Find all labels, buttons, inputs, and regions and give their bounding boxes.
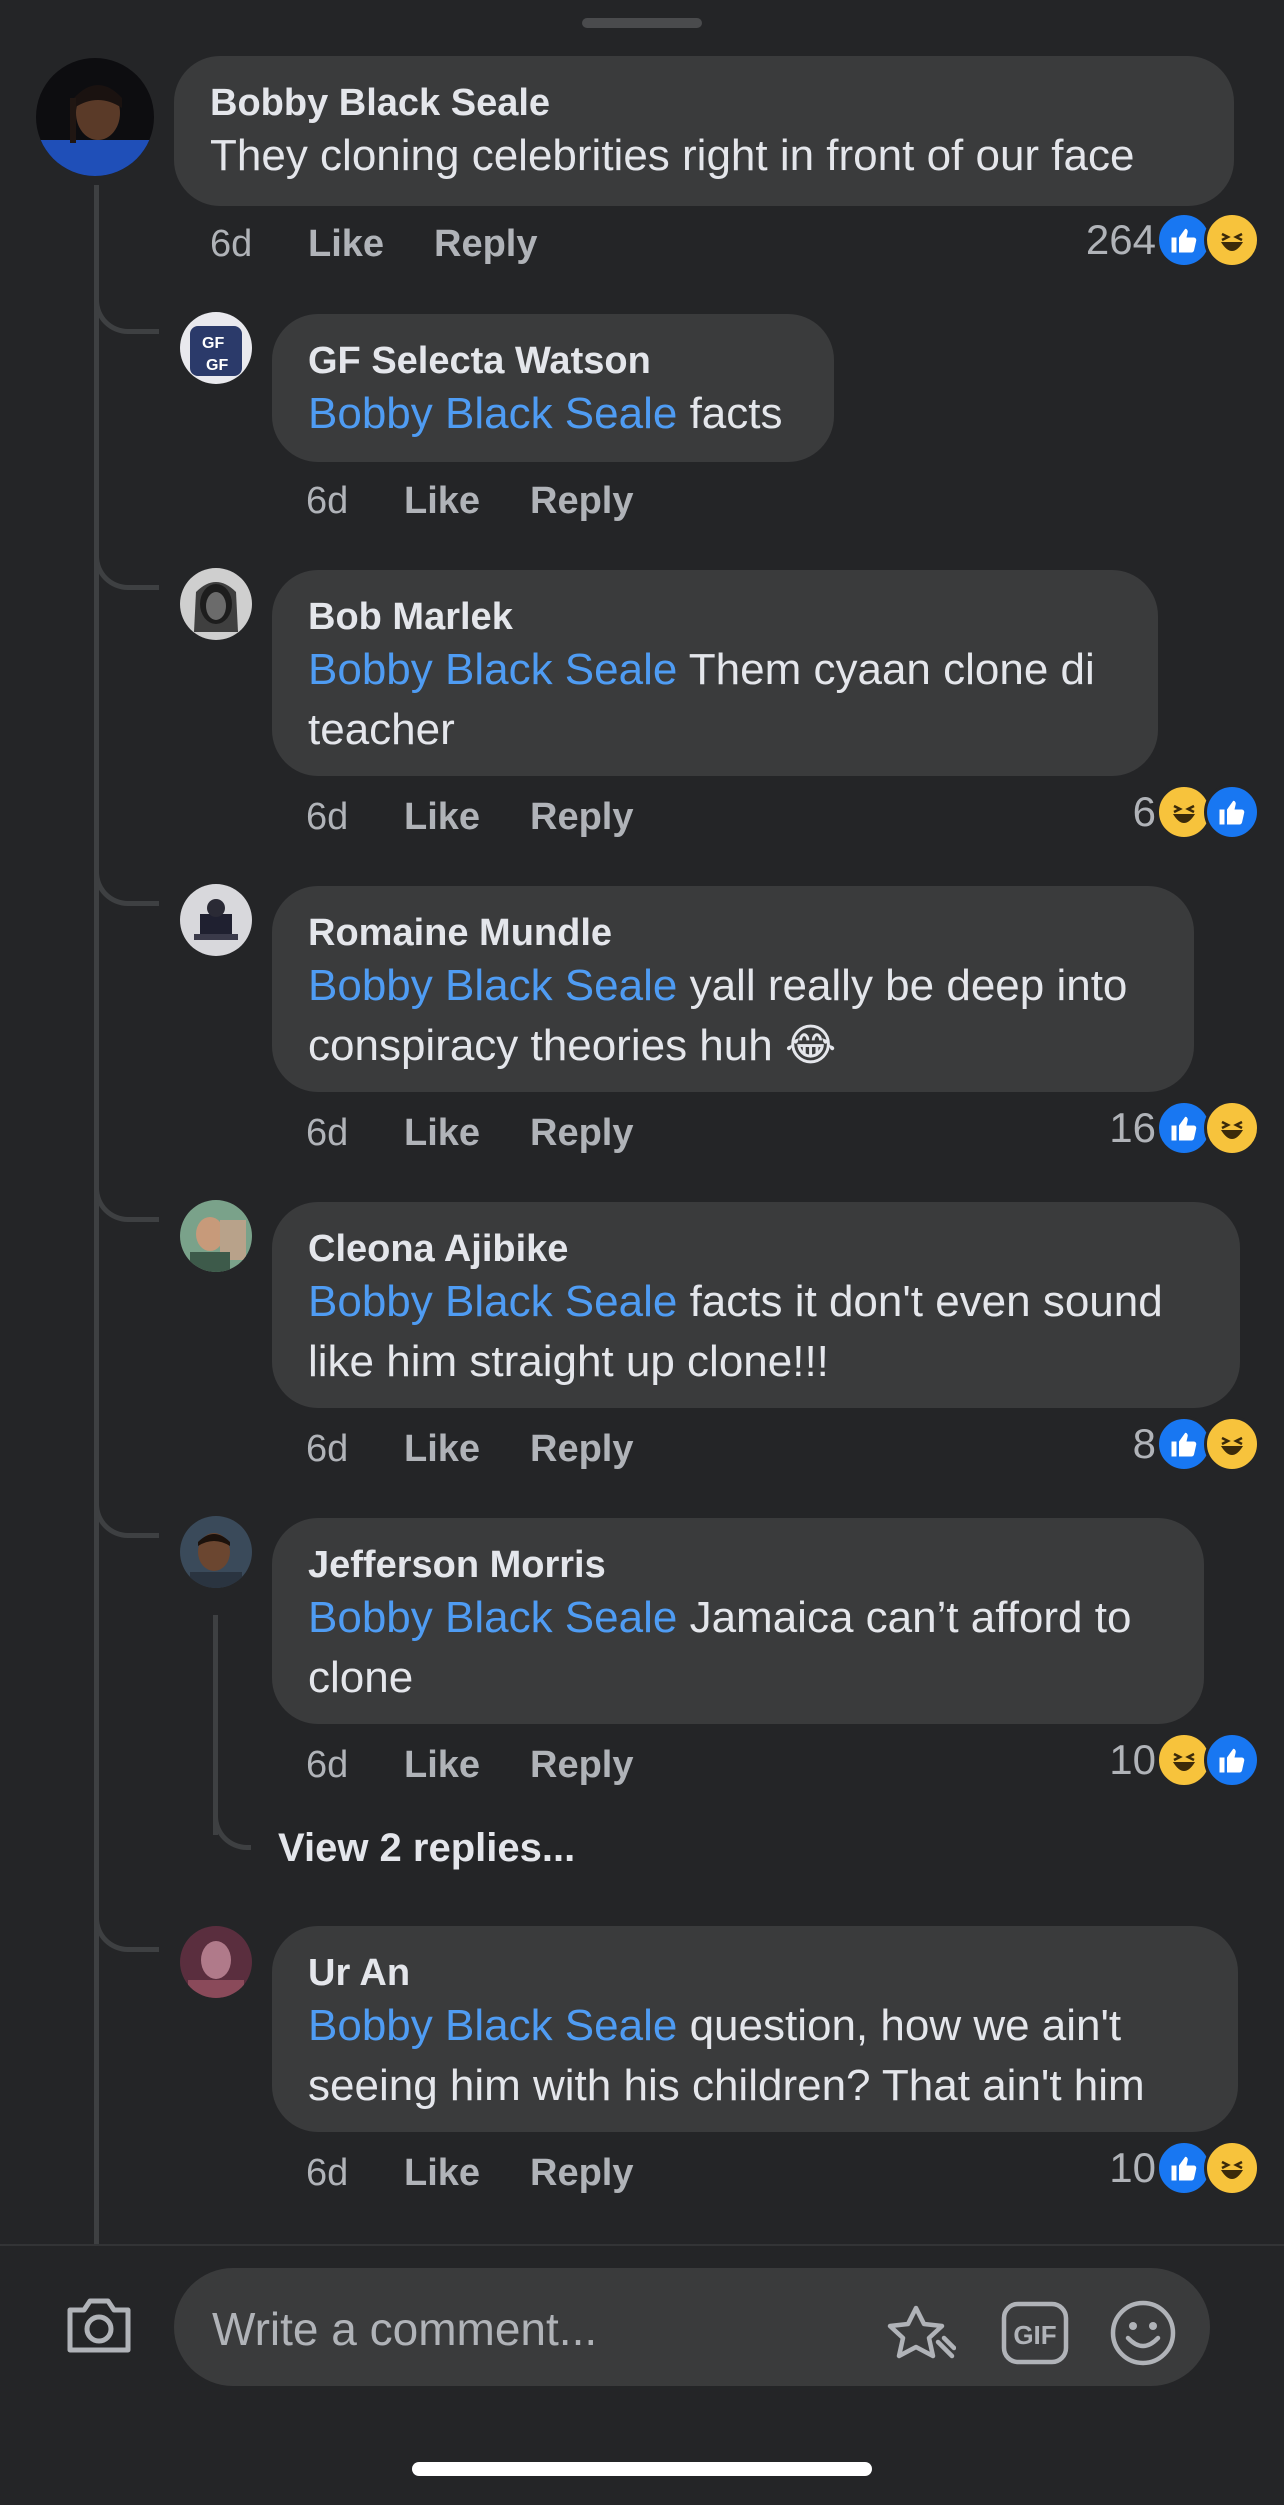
reply-time[interactable]: 6d [306, 1112, 404, 1155]
haha-icon [1204, 2140, 1260, 2196]
reply-button[interactable]: Reply [530, 2152, 633, 2195]
reply-button[interactable]: Reply [530, 1744, 633, 1787]
reply-author[interactable]: Cleona Ajibike [308, 1226, 1204, 1272]
avatar[interactable] [180, 1516, 252, 1588]
home-indicator[interactable] [412, 2462, 872, 2476]
reply-time[interactable]: 6d [306, 1744, 404, 1787]
like-button[interactable]: Like [404, 480, 530, 523]
reply-actions: 6d Like Reply [306, 476, 633, 526]
emoji-icon[interactable] [1108, 2298, 1178, 2368]
reply-button[interactable]: Reply [434, 223, 537, 266]
comment-input[interactable]: Write a comment... GIF [174, 2268, 1210, 2386]
comment-text: They cloning celebrities right in front … [210, 131, 1135, 180]
thread-line [213, 1615, 218, 1835]
comment-author[interactable]: Bobby Black Seale [210, 80, 1198, 126]
reaction-summary[interactable]: 8 [1133, 1416, 1260, 1472]
svg-text:GF: GF [202, 335, 224, 352]
reply-time[interactable]: 6d [306, 2152, 404, 2195]
like-button[interactable]: Like [308, 223, 434, 266]
thread-connector [94, 872, 159, 906]
gif-icon[interactable]: GIF [1000, 2298, 1070, 2368]
reply-bubble[interactable]: Romaine Mundle Bobby Black Seale yall re… [272, 886, 1194, 1092]
reply-button[interactable]: Reply [530, 1112, 633, 1155]
reaction-summary[interactable]: 6 [1133, 784, 1260, 840]
reply-actions: 6d Like Reply [306, 2148, 633, 2198]
reaction-count: 16 [1109, 1104, 1156, 1151]
gif-icon-label: GIF [1013, 2320, 1056, 2350]
mention-link[interactable]: Bobby Black Seale [308, 1277, 677, 1326]
reply-button[interactable]: Reply [530, 480, 633, 523]
avatar[interactable] [180, 568, 252, 640]
reply-author[interactable]: Bob Marlek [308, 594, 1122, 640]
like-button[interactable]: Like [404, 1112, 530, 1155]
reply-button[interactable]: Reply [530, 1428, 633, 1471]
mention-link[interactable]: Bobby Black Seale [308, 645, 677, 694]
reply-author[interactable]: GF Selecta Watson [308, 338, 798, 384]
haha-icon [1204, 1416, 1260, 1472]
thread-connector [94, 1504, 159, 1538]
reply-bubble[interactable]: Cleona Ajibike Bobby Black Seale facts i… [272, 1202, 1240, 1408]
thread-connector [94, 1188, 159, 1222]
thread-line [94, 185, 99, 2265]
like-icon [1204, 784, 1260, 840]
haha-icon [1204, 212, 1260, 268]
reply-actions: 6d Like Reply [306, 1108, 633, 1158]
avatar[interactable] [180, 1200, 252, 1272]
mention-link[interactable]: Bobby Black Seale [308, 389, 677, 438]
reply-actions: 6d Like Reply [306, 1424, 633, 1474]
avatar[interactable]: GF GF [180, 312, 252, 384]
reaction-count: 10 [1109, 1736, 1156, 1783]
avatar[interactable] [180, 884, 252, 956]
reaction-summary[interactable]: 16 [1109, 1100, 1260, 1156]
reply-bubble[interactable]: Ur An Bobby Black Seale question, how we… [272, 1926, 1238, 2132]
reaction-count: 264 [1085, 216, 1156, 263]
thread-connector [213, 1810, 251, 1850]
like-icon [1204, 1732, 1260, 1788]
reply-bubble[interactable]: Jefferson Morris Bobby Black Seale Jamai… [272, 1518, 1204, 1724]
avatar[interactable] [36, 58, 154, 176]
comment-time[interactable]: 6d [210, 223, 308, 266]
thread-connector [94, 1918, 159, 1952]
reaction-count: 10 [1109, 2144, 1156, 2191]
camera-icon[interactable] [64, 2294, 134, 2356]
thread-connector [94, 300, 159, 334]
avatar[interactable] [180, 1926, 252, 1998]
reply-author[interactable]: Ur An [308, 1950, 1202, 1996]
mention-link[interactable]: Bobby Black Seale [308, 1593, 677, 1642]
reply-time[interactable]: 6d [306, 1428, 404, 1471]
reply-button[interactable]: Reply [530, 796, 633, 839]
thread-connector [94, 556, 159, 590]
reply-bubble[interactable]: Bob Marlek Bobby Black Seale Them cyaan … [272, 570, 1158, 776]
view-replies-link[interactable]: View 2 replies... [278, 1826, 575, 1871]
reply-author[interactable]: Romaine Mundle [308, 910, 1158, 956]
sticker-icon[interactable] [886, 2298, 957, 2368]
reaction-count: 6 [1132, 788, 1156, 835]
comment-actions: 6d Like Reply [210, 219, 537, 269]
reply-time[interactable]: 6d [306, 480, 404, 523]
comment-input-placeholder: Write a comment... [212, 2303, 598, 2355]
reaction-summary[interactable]: 10 [1109, 1732, 1260, 1788]
reaction-count: 8 [1132, 1420, 1156, 1467]
drag-handle[interactable] [582, 18, 702, 28]
reaction-summary[interactable]: 10 [1109, 2140, 1260, 2196]
mention-link[interactable]: Bobby Black Seale [308, 2001, 677, 2050]
mention-link[interactable]: Bobby Black Seale [308, 961, 677, 1010]
reply-actions: 6d Like Reply [306, 792, 633, 842]
reaction-summary[interactable]: 264 [1086, 212, 1260, 268]
like-button[interactable]: Like [404, 2152, 530, 2195]
reply-author[interactable]: Jefferson Morris [308, 1542, 1168, 1588]
reply-actions: 6d Like Reply [306, 1740, 633, 1790]
reply-bubble[interactable]: GF Selecta Watson Bobby Black Seale fact… [272, 314, 834, 462]
reply-time[interactable]: 6d [306, 796, 404, 839]
like-button[interactable]: Like [404, 796, 530, 839]
reply-text: facts [677, 389, 783, 438]
like-button[interactable]: Like [404, 1744, 530, 1787]
comment-bubble[interactable]: Bobby Black Seale They cloning celebriti… [174, 56, 1234, 206]
haha-icon [1204, 1100, 1260, 1156]
like-button[interactable]: Like [404, 1428, 530, 1471]
svg-text:GF: GF [206, 357, 228, 374]
comment-composer: Write a comment... GIF [0, 2244, 1284, 2505]
